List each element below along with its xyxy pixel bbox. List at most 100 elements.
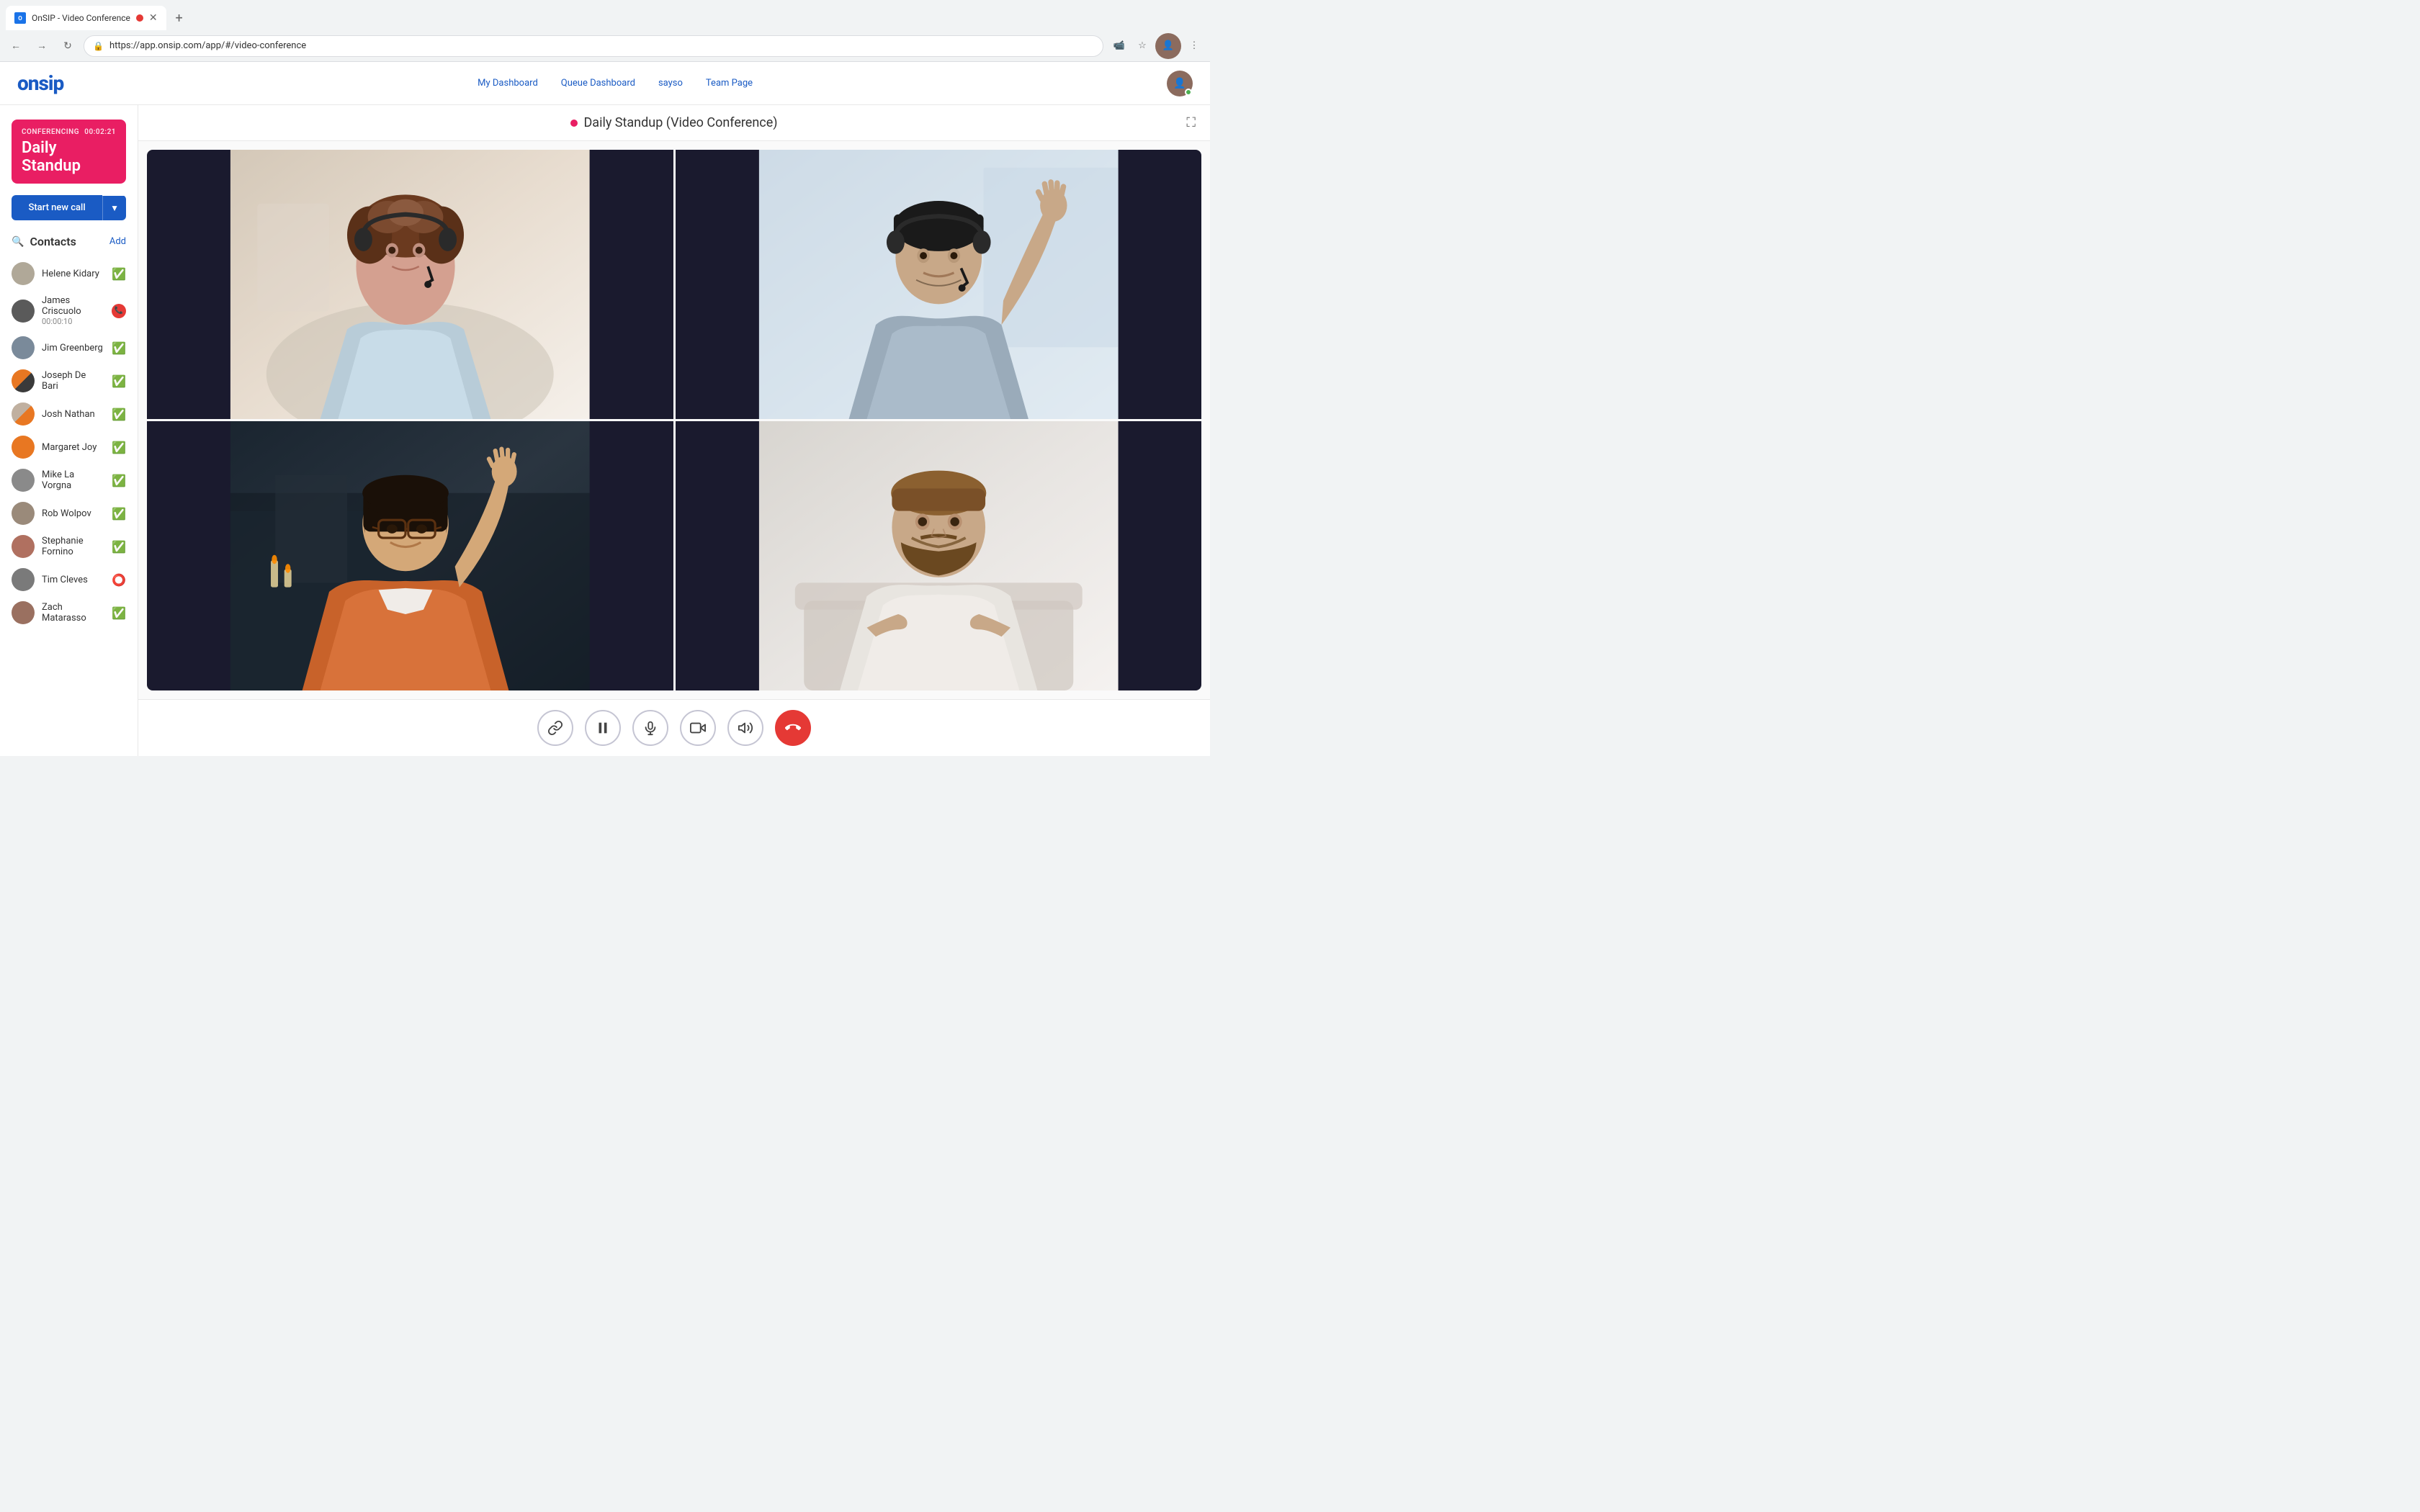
app-logo[interactable]: onsip (17, 71, 63, 95)
back-button[interactable]: ← (6, 36, 26, 56)
new-tab-button[interactable]: + (169, 8, 189, 28)
menu-icon[interactable]: ⋮ (1184, 36, 1204, 56)
contact-rob[interactable]: Rob Wolpov ✅ (12, 497, 126, 530)
contact-name-josh: Josh Nathan (42, 409, 104, 420)
top-navigation: onsip My Dashboard Queue Dashboard sayso… (0, 62, 1210, 105)
contact-avatar-helene (12, 262, 35, 285)
user-avatar[interactable]: 👤 (1167, 71, 1193, 96)
contact-zach[interactable]: Zach Matarasso ✅ (12, 596, 126, 629)
nav-queue-dashboard[interactable]: Queue Dashboard (561, 78, 635, 89)
forward-button[interactable]: → (32, 36, 52, 56)
contacts-search-icon[interactable]: 🔍 (12, 236, 24, 248)
contact-jim[interactable]: Jim Greenberg ✅ (12, 331, 126, 364)
contact-info-james: James Criscuolo 00:00:10 (42, 295, 104, 326)
status-icon-mike: ✅ (112, 474, 126, 487)
start-new-call-label: Start new call (12, 195, 102, 220)
tab-favicon: O (14, 12, 26, 24)
start-new-call-button[interactable]: Start new call ▼ (12, 195, 126, 220)
camera-button[interactable] (680, 710, 716, 746)
contact-name-tim: Tim Cleves (42, 575, 104, 585)
hangup-button[interactable] (775, 710, 811, 746)
refresh-button[interactable]: ↻ (58, 36, 78, 56)
speaker-button[interactable] (727, 710, 763, 746)
contact-name-helene: Helene Kidary (42, 269, 104, 279)
contact-avatar-zach (12, 601, 35, 624)
contact-name-james: James Criscuolo (42, 295, 104, 317)
contact-avatar-rob (12, 502, 35, 525)
contact-avatar-stephanie (12, 535, 35, 558)
video-header: Daily Standup (Video Conference) ⛶ (138, 105, 1210, 141)
sidebar: CONFERENCING 00:02:21 Daily Standup Star… (0, 105, 138, 756)
mic-button[interactable] (632, 710, 668, 746)
video-cell-3 (147, 421, 673, 690)
active-tab[interactable]: O OnSIP - Video Conference ✕ (6, 6, 166, 30)
contact-info-zach: Zach Matarasso (42, 602, 104, 624)
contact-avatar-margaret (12, 436, 35, 459)
contact-josh[interactable]: Josh Nathan ✅ (12, 397, 126, 431)
status-icon-margaret: ✅ (112, 441, 126, 454)
tab-close-button[interactable]: ✕ (149, 12, 158, 24)
conferencing-label: CONFERENCING (22, 128, 79, 136)
contact-avatar-jim (12, 336, 35, 359)
nav-team-page[interactable]: Team Page (706, 78, 753, 89)
contact-name-jim: Jim Greenberg (42, 343, 104, 354)
recording-dot (570, 120, 578, 127)
conferencing-label-row: CONFERENCING 00:02:21 (22, 128, 116, 136)
url-text: https://app.onsip.com/app/#/video-confer… (109, 40, 306, 51)
contact-avatar-james (12, 300, 35, 323)
nav-sayso[interactable]: sayso (658, 78, 683, 89)
cast-icon[interactable]: 📹 (1109, 36, 1129, 56)
nav-my-dashboard[interactable]: My Dashboard (478, 78, 538, 89)
bookmark-icon[interactable]: ☆ (1132, 36, 1152, 56)
status-icon-helene: ✅ (112, 267, 126, 281)
contact-joseph[interactable]: Joseph De Bari ✅ (12, 364, 126, 397)
contact-name-stephanie: Stephanie Fornino (42, 536, 104, 557)
contact-name-joseph: Joseph De Bari (42, 370, 104, 392)
address-bar[interactable]: 🔒 https://app.onsip.com/app/#/video-conf… (84, 35, 1103, 57)
contact-margaret[interactable]: Margaret Joy ✅ (12, 431, 126, 464)
contacts-header: 🔍 Contacts Add (12, 235, 126, 248)
status-icon-joseph: ✅ (112, 374, 126, 388)
chrome-user-avatar[interactable]: 👤 (1155, 33, 1181, 59)
new-call-dropdown-arrow[interactable]: ▼ (102, 196, 126, 220)
nav-right: 👤 (1167, 71, 1193, 96)
video-conference-panel: Daily Standup (Video Conference) ⛶ (138, 105, 1210, 756)
contact-james[interactable]: James Criscuolo 00:00:10 📞 (12, 290, 126, 331)
contact-name-margaret: Margaret Joy (42, 442, 104, 453)
video-cell-1 (147, 150, 673, 419)
controls-bar (138, 699, 1210, 756)
conferencing-banner[interactable]: CONFERENCING 00:02:21 Daily Standup (12, 120, 126, 184)
add-contact-link[interactable]: Add (109, 236, 126, 247)
contacts-title-row: 🔍 Contacts (12, 235, 76, 248)
status-icon-rob: ✅ (112, 507, 126, 521)
contact-avatar-tim (12, 568, 35, 591)
pause-button[interactable] (585, 710, 621, 746)
contact-avatar-mike (12, 469, 35, 492)
contact-info-rob: Rob Wolpov (42, 508, 104, 519)
contact-stephanie[interactable]: Stephanie Fornino ✅ (12, 530, 126, 563)
contact-info-tim: Tim Cleves (42, 575, 104, 585)
contact-name-zach: Zach Matarasso (42, 602, 104, 624)
link-button[interactable] (537, 710, 573, 746)
contact-info-josh: Josh Nathan (42, 409, 104, 420)
contact-info-jim: Jim Greenberg (42, 343, 104, 354)
contact-info-joseph: Joseph De Bari (42, 370, 104, 392)
contact-info-stephanie: Stephanie Fornino (42, 536, 104, 557)
call-timer: 00:02:21 (84, 128, 116, 136)
fullscreen-button[interactable]: ⛶ (1186, 115, 1196, 130)
contacts-list: Helene Kidary ✅ James Criscuolo 00:00:10… (12, 257, 126, 629)
lock-icon: 🔒 (93, 41, 104, 51)
video-conference-title: Daily Standup (Video Conference) (583, 115, 777, 130)
video-cell-4 (676, 421, 1202, 690)
nav-links: My Dashboard Queue Dashboard sayso Team … (478, 78, 753, 89)
status-icon-jim: ✅ (112, 341, 126, 355)
contact-info-margaret: Margaret Joy (42, 442, 104, 453)
contact-tim[interactable]: Tim Cleves ⭕ (12, 563, 126, 596)
contact-avatar-josh (12, 402, 35, 426)
video-title: Daily Standup (Video Conference) (570, 115, 777, 130)
contact-mike[interactable]: Mike La Vorgna ✅ (12, 464, 126, 497)
contact-calltime-james: 00:00:10 (42, 317, 104, 326)
status-icon-tim: ⭕ (112, 573, 126, 587)
contact-avatar-joseph (12, 369, 35, 392)
contact-helene[interactable]: Helene Kidary ✅ (12, 257, 126, 290)
